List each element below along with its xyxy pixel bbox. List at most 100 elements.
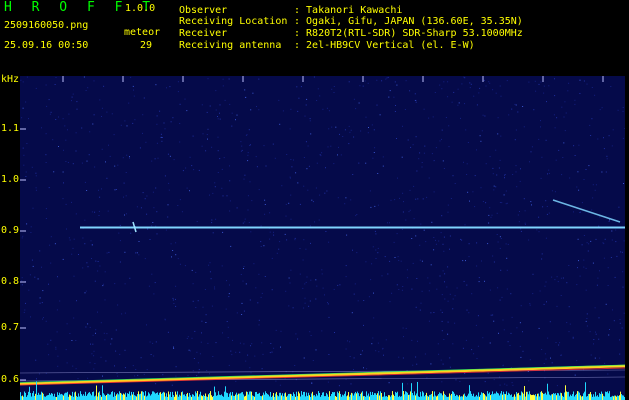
noise-speck bbox=[217, 116, 218, 117]
noise-speck bbox=[69, 333, 71, 334]
noise-speck bbox=[440, 232, 442, 234]
noise-speck bbox=[372, 157, 374, 159]
noise-speck bbox=[68, 237, 70, 239]
signal-bar bbox=[571, 395, 572, 400]
signal-bar bbox=[137, 394, 138, 400]
noise-speck bbox=[184, 265, 186, 267]
signal-bar bbox=[318, 391, 319, 400]
noise-speck bbox=[309, 118, 311, 120]
noise-speck bbox=[499, 85, 501, 87]
noise-speck bbox=[260, 246, 262, 247]
noise-speck bbox=[442, 160, 444, 162]
noise-speck bbox=[506, 269, 508, 271]
signal-bar bbox=[556, 395, 557, 400]
header-panel: H R O F F T 1.0.0 2509160050.png 25.09.1… bbox=[0, 0, 629, 56]
noise-speck bbox=[405, 219, 407, 221]
signal-bar bbox=[445, 394, 446, 400]
freq-tick-label: 0.6 bbox=[1, 374, 20, 385]
signal-bar bbox=[487, 391, 488, 400]
noise-speck bbox=[423, 152, 425, 154]
noise-speck bbox=[154, 158, 156, 160]
noise-speck bbox=[45, 218, 47, 219]
signal-bar bbox=[586, 396, 587, 400]
signal-bar bbox=[406, 391, 407, 400]
noise-speck bbox=[353, 293, 355, 295]
noise-speck bbox=[461, 83, 463, 85]
app-version: 1.0.0 bbox=[125, 3, 156, 14]
noise-speck bbox=[557, 281, 559, 283]
noise-speck bbox=[389, 222, 390, 224]
noise-speck bbox=[449, 235, 451, 237]
spectrogram-background bbox=[20, 76, 625, 400]
signal-bar bbox=[202, 396, 203, 400]
signal-bar bbox=[442, 395, 443, 400]
noise-speck bbox=[297, 110, 299, 112]
noise-speck bbox=[583, 266, 585, 268]
noise-speck bbox=[350, 199, 352, 201]
signal-bar bbox=[391, 395, 392, 400]
noise-speck bbox=[25, 302, 26, 304]
noise-speck bbox=[193, 358, 195, 359]
noise-speck bbox=[333, 86, 335, 87]
noise-speck bbox=[71, 201, 72, 203]
noise-speck bbox=[349, 356, 351, 357]
noise-speck bbox=[269, 238, 271, 240]
noise-speck bbox=[402, 327, 404, 329]
noise-speck bbox=[476, 358, 478, 359]
signal-bar bbox=[579, 392, 580, 400]
noise-speck bbox=[54, 243, 56, 245]
noise-speck bbox=[175, 285, 177, 287]
noise-speck bbox=[386, 77, 388, 79]
signal-bar bbox=[86, 395, 87, 400]
noise-speck bbox=[187, 374, 189, 376]
receiver-value: : R820T2(RTL-SDR) SDR-Sharp 53.1000MHz bbox=[294, 28, 523, 39]
signal-bar bbox=[451, 393, 452, 400]
noise-speck bbox=[595, 184, 597, 186]
noise-speck bbox=[46, 105, 48, 107]
noise-speck bbox=[568, 331, 570, 333]
signal-bar bbox=[545, 392, 546, 400]
noise-speck bbox=[485, 202, 487, 204]
noise-speck bbox=[161, 140, 163, 142]
signal-bar bbox=[102, 385, 103, 400]
signal-bar bbox=[597, 395, 598, 400]
signal-bar bbox=[183, 394, 184, 400]
noise-speck bbox=[500, 95, 502, 97]
noise-speck bbox=[147, 228, 149, 230]
noise-speck bbox=[500, 135, 502, 137]
noise-speck bbox=[553, 114, 555, 116]
noise-speck bbox=[522, 331, 523, 333]
signal-bar bbox=[574, 396, 575, 400]
signal-bar bbox=[606, 392, 607, 400]
signal-bar bbox=[195, 391, 196, 400]
signal-bar bbox=[225, 386, 226, 400]
noise-speck bbox=[206, 111, 208, 113]
noise-speck bbox=[264, 276, 266, 277]
noise-speck bbox=[167, 216, 169, 218]
signal-bar bbox=[186, 394, 187, 400]
signal-bar bbox=[326, 392, 327, 400]
noise-speck bbox=[411, 339, 413, 341]
file-name: 2509160050.png bbox=[4, 20, 89, 31]
noise-speck bbox=[72, 247, 74, 249]
noise-speck bbox=[261, 368, 263, 370]
signal-bar bbox=[287, 395, 288, 400]
signal-bar bbox=[153, 391, 154, 400]
noise-speck bbox=[94, 166, 96, 168]
noise-speck bbox=[311, 382, 312, 384]
signal-bar bbox=[140, 393, 141, 400]
signal-bar bbox=[619, 395, 620, 400]
signal-bar bbox=[444, 393, 445, 400]
noise-speck bbox=[508, 114, 510, 116]
signal-bar bbox=[436, 396, 437, 400]
signal-bar bbox=[504, 393, 505, 400]
noise-speck bbox=[452, 343, 454, 345]
noise-speck bbox=[35, 87, 37, 89]
noise-speck bbox=[441, 381, 443, 383]
noise-speck bbox=[538, 83, 540, 85]
signal-bar bbox=[559, 395, 560, 400]
noise-speck bbox=[269, 352, 271, 354]
noise-speck bbox=[398, 289, 400, 290]
noise-speck bbox=[171, 384, 173, 386]
noise-speck bbox=[555, 342, 557, 343]
